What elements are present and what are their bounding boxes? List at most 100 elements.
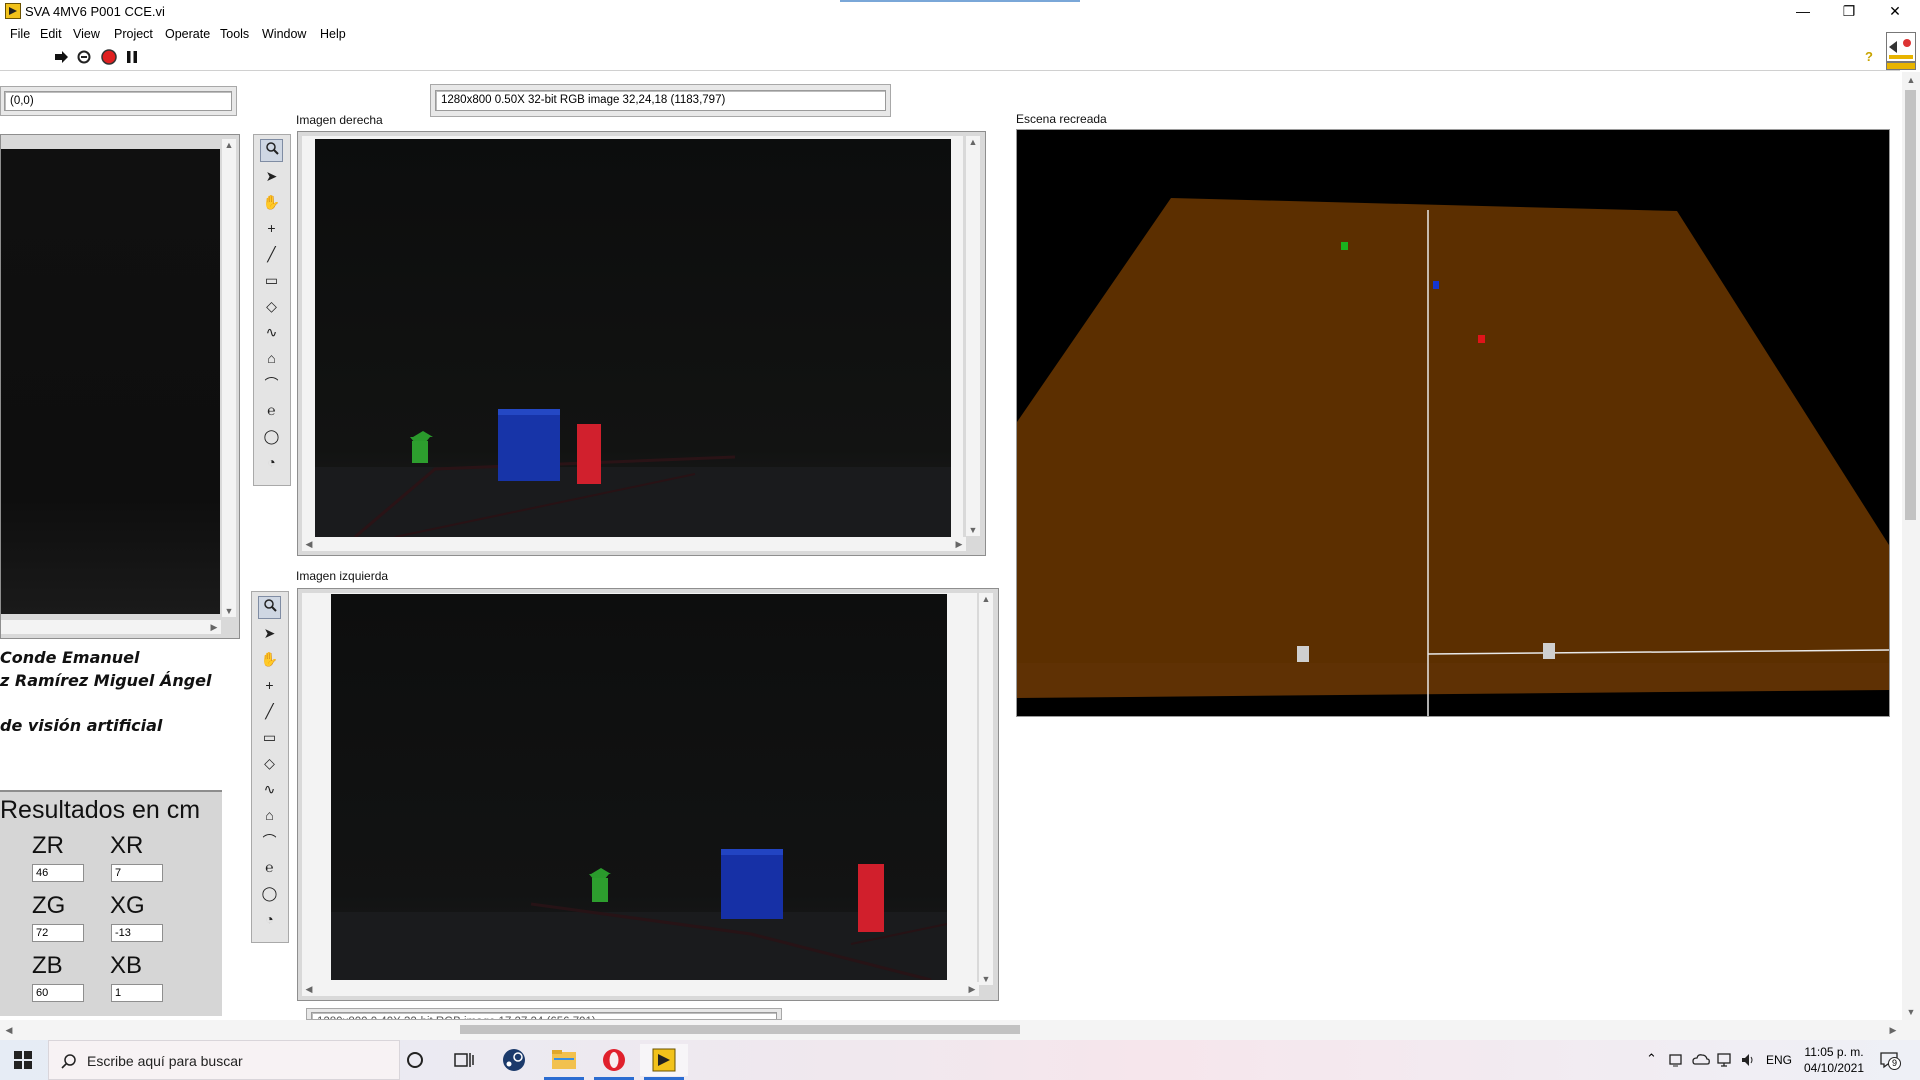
run-continuously-icon[interactable]	[76, 49, 92, 65]
polygon-icon[interactable]: ⌂	[258, 804, 281, 827]
zoom-icon[interactable]	[260, 139, 283, 162]
language-indicator[interactable]: ENG	[1766, 1053, 1792, 1067]
red-object-marker	[1478, 335, 1485, 343]
minimize-button[interactable]: —	[1780, 0, 1826, 24]
windows-start-icon[interactable]	[14, 1051, 32, 1072]
network-icon[interactable]	[1716, 1052, 1732, 1071]
page-hscroll-thumb[interactable]	[460, 1025, 1020, 1034]
steam-taskbar-icon[interactable]	[490, 1044, 538, 1076]
right-image-vscroll[interactable]: ▲ ▼	[966, 136, 980, 536]
page-vscroll-thumb[interactable]	[1905, 90, 1916, 520]
annulus-icon[interactable]: ◔	[258, 908, 281, 931]
zoom-icon[interactable]	[258, 596, 281, 619]
context-help-button[interactable]: ?	[1861, 49, 1877, 65]
labview-app-icon	[5, 3, 21, 19]
left-image-vscroll[interactable]: ▲ ▼	[979, 593, 993, 985]
freehand-line-icon[interactable]: ∿	[260, 321, 283, 344]
menu-operate[interactable]: Operate	[165, 27, 210, 41]
left-image-hscroll[interactable]: ◀ ▶	[302, 982, 979, 996]
right-image-hscroll[interactable]: ◀ ▶	[302, 537, 966, 551]
pointer-icon[interactable]: ➤	[258, 622, 281, 645]
run-arrow-icon[interactable]	[53, 49, 69, 65]
menu-tools[interactable]: Tools	[220, 27, 249, 41]
freehand-region-icon[interactable]: ℮	[260, 399, 283, 422]
rotated-rectangle-icon[interactable]: ◇	[260, 295, 283, 318]
page-vscroll[interactable]: ▲ ▼	[1902, 72, 1920, 1020]
zg-indicator: 72	[32, 924, 84, 942]
line-icon[interactable]: ╱	[260, 243, 283, 266]
author-line-2: z Ramírez Miguel Ángel	[0, 671, 212, 690]
pan-icon[interactable]: ✋	[258, 648, 281, 671]
point-icon[interactable]: +	[258, 674, 281, 697]
zb-label: ZB	[32, 952, 63, 979]
freehand-region-icon[interactable]: ℮	[258, 856, 281, 879]
line-icon[interactable]: ╱	[258, 700, 281, 723]
page-hscroll[interactable]: ◀ ▶	[0, 1020, 1920, 1040]
scene-3d-display[interactable]	[1016, 129, 1890, 717]
broken-line-icon[interactable]: ⌒	[258, 830, 281, 853]
annulus-icon[interactable]: ◔	[260, 451, 283, 474]
menu-view[interactable]: View	[73, 27, 100, 41]
course-line: de visión artificial	[0, 716, 163, 735]
left-image-display[interactable]: ▲ ▼ ◀ ▶	[297, 588, 999, 1001]
left-partial-hscroll[interactable]: ▶	[1, 620, 221, 634]
meet-now-icon[interactable]	[1668, 1052, 1684, 1071]
xb-indicator: 1	[111, 984, 163, 1002]
volume-icon[interactable]	[1740, 1052, 1756, 1071]
xr-indicator: 7	[111, 864, 163, 882]
left-partial-image	[1, 149, 220, 614]
rotated-rectangle-icon[interactable]: ◇	[258, 752, 281, 775]
point-icon[interactable]: +	[260, 217, 283, 240]
restore-button[interactable]: ❐	[1826, 0, 1872, 24]
pan-icon[interactable]: ✋	[260, 191, 283, 214]
window-title: SVA 4MV6 P001 CCE.vi	[25, 4, 165, 19]
right-image-tool-palette: ➤ ✋ + ╱ ▭ ◇ ∿ ⌂ ⌒ ℮ ◯ ◔	[253, 134, 291, 486]
vi-connector-pane	[1886, 62, 1916, 70]
menu-help[interactable]: Help	[320, 27, 346, 41]
menu-window[interactable]: Window	[262, 27, 306, 41]
close-button[interactable]: ✕	[1872, 0, 1918, 24]
taskbar-search-box[interactable]: Escribe aquí para buscar	[48, 1040, 400, 1080]
xr-label: XR	[110, 832, 144, 859]
menu-bar: File Edit View Project Operate Tools Win…	[0, 24, 1920, 44]
labview-taskbar-icon[interactable]	[640, 1044, 688, 1080]
task-view-icon[interactable]	[454, 1051, 474, 1072]
rectangle-icon[interactable]: ▭	[258, 726, 281, 749]
toolbar-divider	[0, 70, 1900, 71]
scene-camera-left	[1297, 646, 1309, 662]
menu-project[interactable]: Project	[114, 27, 153, 41]
oval-icon[interactable]: ◯	[258, 882, 281, 905]
taskbar-clock[interactable]: 11:05 p. m. 04/10/2021	[1802, 1044, 1866, 1076]
right-camera-image	[315, 139, 951, 537]
abort-icon[interactable]	[101, 49, 117, 65]
xb-label: XB	[110, 952, 143, 979]
title-bar: SVA 4MV6 P001 CCE.vi — ❐ ✕	[0, 0, 1920, 24]
broken-line-icon[interactable]: ⌒	[260, 373, 283, 396]
onedrive-icon[interactable]	[1692, 1052, 1710, 1071]
right-image-info-frame: 1280x800 0.50X 32-bit RGB image 32,24,18…	[430, 84, 891, 117]
rectangle-icon[interactable]: ▭	[260, 269, 283, 292]
left-partial-vscroll[interactable]: ▲ ▼	[222, 139, 236, 617]
oval-icon[interactable]: ◯	[260, 425, 283, 448]
opera-taskbar-icon[interactable]	[590, 1044, 638, 1080]
freehand-line-icon[interactable]: ∿	[258, 778, 281, 801]
left-image-label: Imagen izquierda	[296, 569, 389, 583]
file-explorer-taskbar-icon[interactable]	[540, 1044, 588, 1080]
menu-edit[interactable]: Edit	[40, 27, 62, 41]
xg-label: XG	[110, 892, 145, 919]
cortana-icon[interactable]	[406, 1051, 424, 1072]
menu-file[interactable]: File	[10, 27, 30, 41]
polygon-icon[interactable]: ⌂	[260, 347, 283, 370]
pointer-icon[interactable]: ➤	[260, 165, 283, 188]
left-image-info: 1280x800 0.40X 32-bit RGB image 17,27,24…	[311, 1012, 777, 1019]
scene-camera-right	[1543, 643, 1555, 659]
vi-icon	[1886, 32, 1916, 62]
pause-icon[interactable]	[124, 49, 140, 65]
notifications-icon[interactable]: 9	[1880, 1051, 1901, 1072]
zb-indicator: 60	[32, 984, 84, 1002]
notification-count: 9	[1888, 1057, 1901, 1070]
right-image-display[interactable]: ▲ ▼ ◀ ▶	[297, 131, 986, 556]
show-hidden-icons[interactable]: ⌃	[1646, 1051, 1657, 1067]
left-image-tool-palette: ➤ ✋ + ╱ ▭ ◇ ∿ ⌂ ⌒ ℮ ◯ ◔	[251, 591, 289, 943]
search-placeholder: Escribe aquí para buscar	[87, 1053, 243, 1069]
